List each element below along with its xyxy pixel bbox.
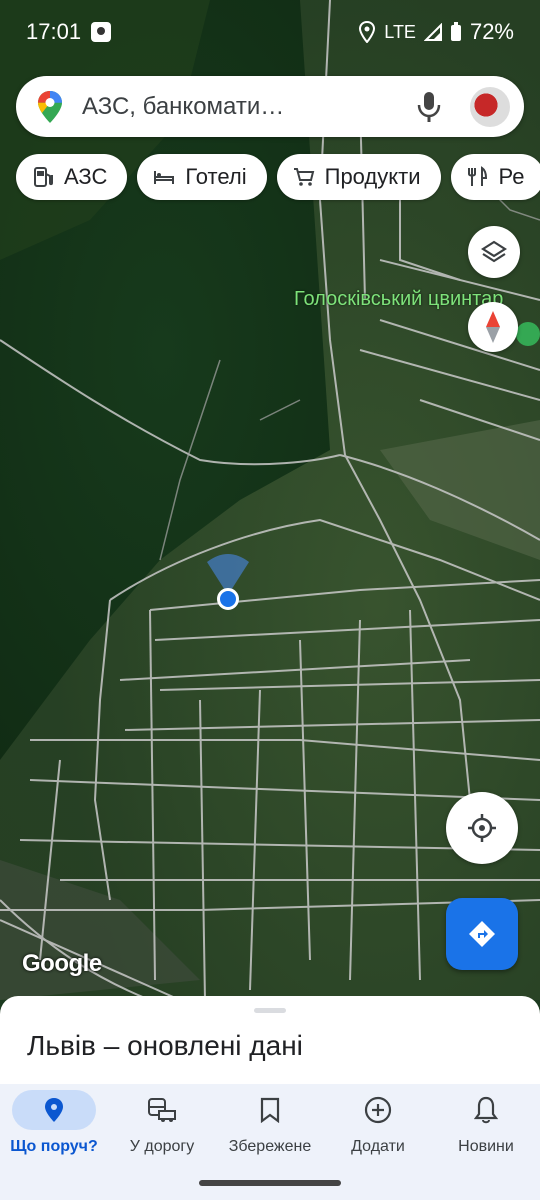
- nav-icon-container: [120, 1090, 204, 1130]
- signal-icon: [423, 23, 442, 41]
- drag-handle[interactable]: [254, 1008, 286, 1013]
- microphone-icon[interactable]: [416, 91, 442, 123]
- status-time: 17:01: [26, 19, 82, 44]
- cart-icon: [293, 168, 314, 186]
- restaurant-icon: [467, 166, 487, 186]
- gas-station-icon: [34, 167, 53, 187]
- compass-button[interactable]: [468, 302, 518, 352]
- home-indicator[interactable]: [199, 1180, 341, 1186]
- search-input[interactable]: АЗС, банкомати…: [82, 93, 416, 121]
- directions-icon: [469, 921, 495, 947]
- my-location-button[interactable]: [446, 792, 518, 864]
- nav-explore[interactable]: Що поруч?: [0, 1090, 108, 1200]
- bed-icon: [154, 171, 175, 184]
- category-chips: АЗС Готелі Продукти Ре: [16, 154, 540, 200]
- nav-icon-container: [12, 1090, 96, 1130]
- chip-gas-stations[interactable]: АЗС: [16, 154, 128, 200]
- nav-icon-container: [444, 1090, 528, 1130]
- chip-restaurants[interactable]: Ре: [450, 154, 540, 200]
- chip-label: Продукти: [324, 164, 421, 189]
- nav-label: У дорогу: [129, 1138, 195, 1155]
- location-pin-icon: [45, 1098, 63, 1122]
- bookmark-icon: [260, 1097, 280, 1123]
- place-label-cemetery[interactable]: Голосківський цвинтар: [294, 288, 503, 311]
- sheet-title: Львів – оновлені дані: [27, 1030, 303, 1061]
- battery-level: 72%: [469, 19, 514, 44]
- battery-icon: [450, 22, 461, 41]
- layers-icon: [481, 240, 507, 263]
- layers-button[interactable]: [468, 226, 520, 278]
- commute-icon: [148, 1098, 176, 1122]
- bottom-sheet[interactable]: Львів – оновлені дані: [0, 996, 540, 1096]
- status-bar: 17:01 LTE 72%: [0, 0, 540, 64]
- crosshair-icon: [468, 814, 496, 842]
- current-location-dot: [217, 588, 239, 610]
- avatar[interactable]: [470, 86, 510, 127]
- nav-updates[interactable]: Новини: [432, 1090, 540, 1200]
- google-attribution: Google: [22, 950, 102, 977]
- search-bar[interactable]: АЗС, банкомати…: [16, 76, 524, 137]
- chip-label: Ре: [498, 164, 525, 189]
- chip-label: АЗС: [64, 164, 108, 189]
- park-icon[interactable]: [516, 322, 540, 346]
- notification-icon: [91, 22, 112, 42]
- nav-icon-container: [336, 1090, 420, 1130]
- nav-icon-container: [228, 1090, 312, 1130]
- bell-icon: [474, 1096, 498, 1124]
- google-maps-logo-icon: [38, 90, 62, 123]
- nav-label: Додати: [351, 1138, 405, 1155]
- nav-label: Що поруч?: [10, 1138, 98, 1155]
- network-type: LTE: [384, 21, 416, 42]
- chip-label: Готелі: [185, 164, 247, 189]
- chip-hotels[interactable]: Готелі: [137, 154, 267, 200]
- nav-label: Збережене: [228, 1138, 312, 1155]
- nav-label: Новини: [458, 1138, 514, 1155]
- location-status-icon: [359, 21, 376, 43]
- add-circle-icon: [364, 1096, 392, 1124]
- directions-button[interactable]: [446, 898, 518, 970]
- compass-icon: [486, 311, 500, 343]
- chip-groceries[interactable]: Продукти: [276, 154, 441, 200]
